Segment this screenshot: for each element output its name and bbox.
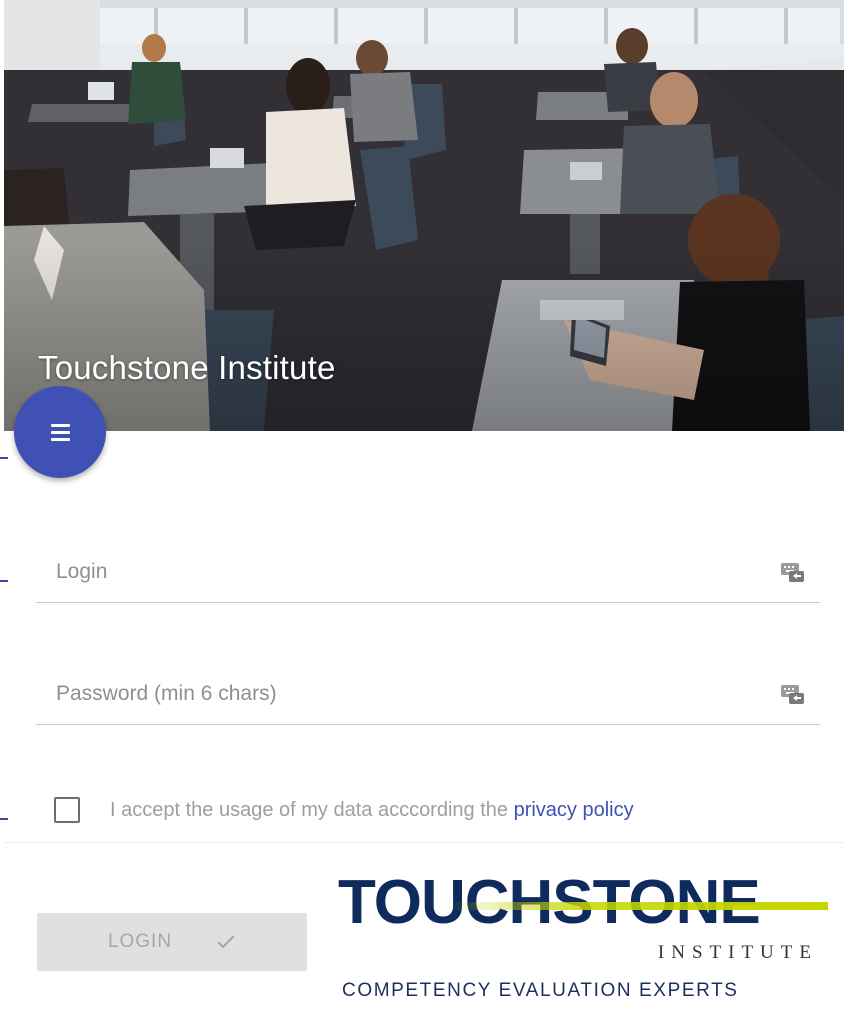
logo-subtitle: INSTITUTE <box>657 942 818 963</box>
privacy-policy-link[interactable]: privacy policy <box>514 799 634 821</box>
touchstone-logo: TOUCHSTONE INSTITUTE COMPETENCY EVALUATI… <box>338 868 828 1008</box>
privacy-consent: I accept the usage of my data acccording… <box>54 794 834 826</box>
menu-icon <box>50 423 70 441</box>
consent-label: I accept the usage of my data acccording… <box>110 799 634 822</box>
consent-text: I accept the usage of my data acccording… <box>110 798 514 821</box>
login-button-label: LOGIN <box>107 931 173 952</box>
logo-swoosh <box>448 902 828 910</box>
edge-tick <box>0 818 8 820</box>
check-icon <box>217 935 235 949</box>
login-field <box>36 538 820 603</box>
logo-tagline: COMPETENCY EVALUATION EXPERTS <box>342 980 739 1001</box>
menu-button[interactable] <box>14 386 106 478</box>
password-field <box>36 660 820 725</box>
edge-tick <box>0 457 8 459</box>
section-divider <box>4 842 844 843</box>
login-input[interactable] <box>54 556 758 588</box>
keyboard-icon[interactable] <box>780 560 806 584</box>
app-title: Touchstone Institute <box>38 349 336 386</box>
login-button[interactable]: LOGIN <box>37 913 307 971</box>
edge-tick <box>0 580 8 582</box>
hero-banner: Touchstone Institute <box>4 0 844 431</box>
keyboard-icon[interactable] <box>780 682 806 706</box>
password-input[interactable] <box>54 678 758 710</box>
privacy-checkbox[interactable] <box>54 797 80 823</box>
